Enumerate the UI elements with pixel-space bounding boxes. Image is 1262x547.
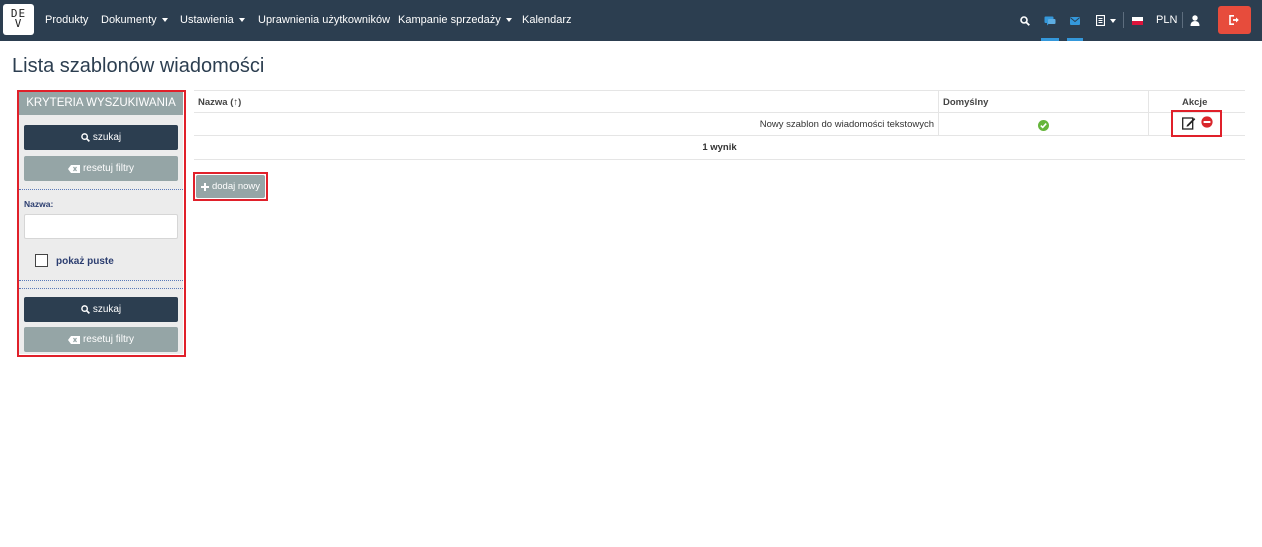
- nav-item-label: Produkty: [45, 14, 89, 26]
- table-header-row: Nazwa (↑) Domyślny Akcje: [194, 90, 1245, 113]
- section-divider: [19, 280, 183, 281]
- caret-down-icon: [1110, 18, 1116, 23]
- search-button-bottom[interactable]: szukaj: [24, 297, 178, 322]
- plus-icon: [200, 182, 209, 191]
- caret-down-icon: [161, 18, 168, 23]
- search-criteria-panel: KRYTERIA WYSZUKIWANIA szukaj resetuj fil…: [19, 92, 183, 354]
- document-icon[interactable]: [1094, 0, 1118, 41]
- column-header-actions: Akcje: [1182, 97, 1208, 108]
- search-icon[interactable]: [1018, 0, 1032, 41]
- column-divider: [938, 91, 939, 112]
- template-name-cell: Nowy szablon do wiadomości tekstowych: [759, 119, 934, 130]
- search-button-label: szukaj: [92, 132, 122, 143]
- search-criteria-header: KRYTERIA WYSZUKIWANIA: [19, 92, 183, 115]
- search-icon: [80, 305, 90, 314]
- search-button-top[interactable]: szukaj: [24, 125, 178, 150]
- column-header-name[interactable]: Nazwa (↑): [198, 97, 241, 108]
- section-divider: [19, 189, 183, 190]
- active-indicator: [1041, 38, 1059, 41]
- nav-item-dokumenty[interactable]: Dokumenty: [101, 0, 168, 41]
- name-filter-input[interactable]: [24, 214, 178, 239]
- nav-item-kampanie[interactable]: Kampanie sprzedaży: [398, 0, 512, 41]
- nav-item-kalendarz[interactable]: Kalendarz: [522, 0, 572, 41]
- show-empty-checkbox[interactable]: [35, 254, 48, 267]
- results-summary: 1 wynik: [194, 136, 1245, 160]
- app-logo[interactable]: DE V: [3, 4, 34, 35]
- backspace-icon: [67, 335, 80, 344]
- caret-down-icon: [505, 18, 512, 23]
- top-navbar: DE V Produkty Dokumenty Ustawienia Upraw…: [0, 0, 1262, 41]
- column-header-default: Domyślny: [943, 97, 989, 108]
- nav-item-label: Kalendarz: [522, 14, 572, 26]
- nav-item-label: Kampanie sprzedaży: [398, 14, 501, 26]
- flag-pl-icon[interactable]: [1131, 0, 1144, 41]
- reset-filters-label: resetuj filtry: [82, 334, 135, 345]
- reset-filters-button-bottom[interactable]: resetuj filtry: [24, 327, 178, 352]
- delete-icon[interactable]: [1201, 116, 1213, 128]
- edit-icon[interactable]: [1182, 116, 1196, 130]
- section-divider: [19, 288, 183, 289]
- table-row: Nowy szablon do wiadomości tekstowych: [194, 113, 1245, 136]
- column-divider: [1148, 91, 1149, 112]
- add-new-button[interactable]: dodaj nowy: [196, 175, 265, 198]
- mail-icon[interactable]: [1067, 0, 1083, 41]
- logout-button[interactable]: [1218, 6, 1251, 34]
- active-indicator: [1067, 38, 1083, 41]
- highlight-frame-actions: [1171, 110, 1222, 137]
- column-divider: [1148, 113, 1149, 135]
- backspace-icon: [67, 164, 80, 173]
- currency-selector[interactable]: PLN: [1156, 0, 1177, 41]
- user-icon[interactable]: [1188, 0, 1201, 41]
- show-empty-label[interactable]: pokaż puste: [56, 256, 114, 267]
- nav-divider: [1123, 12, 1124, 28]
- logo-text-line2: V: [14, 17, 23, 30]
- page-title: Lista szablonów wiadomości: [12, 55, 265, 77]
- chat-icon[interactable]: [1041, 0, 1059, 41]
- name-field-label: Nazwa:: [24, 199, 54, 209]
- logout-icon: [1229, 15, 1239, 25]
- nav-item-label: Ustawienia: [180, 14, 234, 26]
- column-divider: [938, 113, 939, 135]
- add-new-label: dodaj nowy: [211, 181, 261, 192]
- search-icon: [80, 133, 90, 142]
- nav-item-ustawienia[interactable]: Ustawienia: [180, 0, 245, 41]
- caret-down-icon: [238, 18, 245, 23]
- search-button-label: szukaj: [92, 304, 122, 315]
- check-circle-icon: [1038, 120, 1049, 131]
- reset-filters-label: resetuj filtry: [82, 163, 135, 174]
- reset-filters-button-top[interactable]: resetuj filtry: [24, 156, 178, 181]
- nav-item-produkty[interactable]: Produkty: [45, 0, 88, 41]
- nav-item-label: Dokumenty: [101, 14, 157, 26]
- nav-divider: [1182, 12, 1183, 28]
- nav-item-label: Uprawnienia użytkowników: [258, 14, 391, 26]
- nav-item-uprawnienia[interactable]: Uprawnienia użytkowników: [258, 0, 390, 41]
